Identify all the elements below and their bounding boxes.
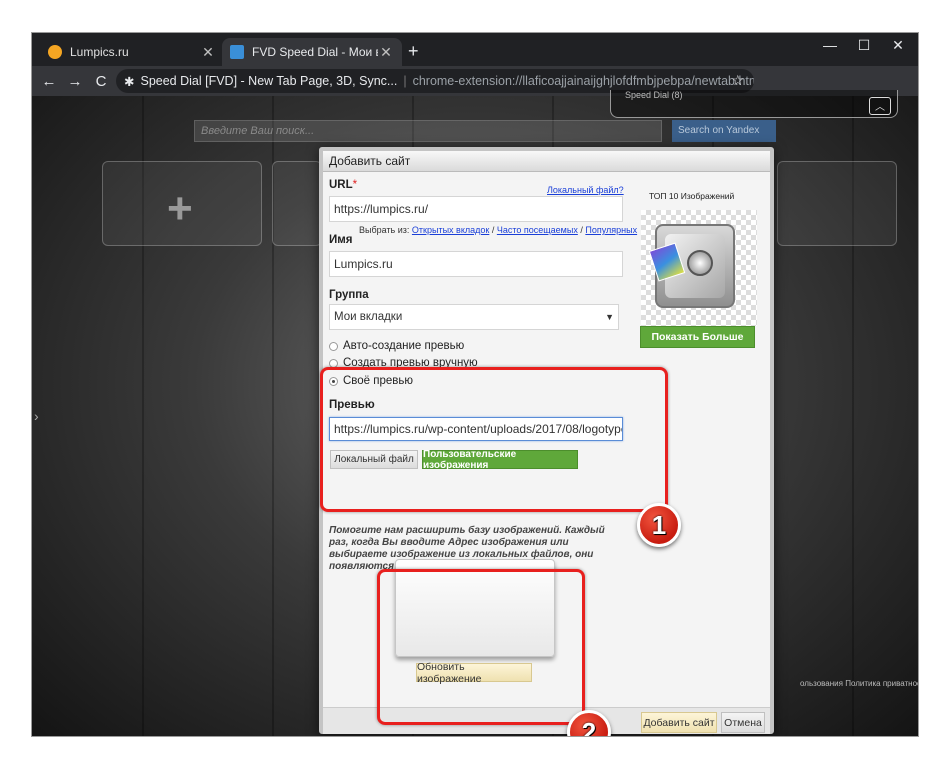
dropdown-arrow-icon: ▼: [605, 312, 614, 322]
safe-dial: [687, 250, 713, 276]
url-input[interactable]: https://lumpics.ru/: [329, 196, 623, 222]
panel-label: Speed Dial (8): [625, 90, 683, 100]
radio-button[interactable]: [329, 341, 338, 351]
step-badge-1: 1: [637, 503, 681, 547]
safe-icon: [648, 224, 735, 308]
lumpics-favicon-icon: [48, 45, 62, 59]
forward-button[interactable]: →: [62, 73, 88, 90]
dial-tile[interactable]: [777, 161, 897, 246]
local-file-link[interactable]: Локальный файл?: [547, 185, 624, 195]
url-label: URL*: [329, 179, 358, 191]
speed-dial-page: Speed Dial (8) ︿ Введите Ваш поиск... Se…: [32, 90, 918, 736]
group-selected-value: Мои вкладки: [334, 311, 403, 323]
title-bar: Lumpics.ru ✕ FVD Speed Dial - Мои вкладк…: [32, 33, 918, 66]
fvd-favicon-icon: [230, 45, 244, 59]
back-button[interactable]: ←: [36, 73, 62, 90]
site-name: Speed Dial [FVD] - New Tab Page, 3D, Syn…: [140, 74, 398, 88]
tab-speed-dial[interactable]: FVD Speed Dial - Мои вкладки ✕: [222, 38, 402, 66]
radio-auto-preview[interactable]: Авто-создание превью: [329, 340, 464, 352]
highlight-box-1: [320, 367, 668, 512]
reload-button[interactable]: C: [88, 73, 114, 90]
name-label: Имя: [329, 234, 353, 246]
collapse-arrow-icon[interactable]: ︿: [869, 97, 891, 115]
name-input[interactable]: Lumpics.ru: [329, 251, 623, 277]
url-text: chrome-extension://llaficoajjainaijghjlo…: [412, 74, 754, 88]
highlight-box-2: [377, 569, 585, 725]
bookmark-star-icon[interactable]: ☆: [731, 72, 744, 89]
group-select[interactable]: Мои вкладки ▼: [329, 304, 619, 330]
search-button[interactable]: Search on Yandex: [672, 120, 776, 142]
left-arrow-icon[interactable]: ›: [34, 408, 39, 424]
close-icon[interactable]: ✕: [378, 44, 394, 61]
add-dial-tile[interactable]: +: [102, 161, 262, 246]
plus-icon: +: [167, 184, 193, 233]
search-input[interactable]: Введите Ваш поиск...: [194, 120, 662, 142]
tab-title: FVD Speed Dial - Мои вкладки: [252, 45, 378, 59]
close-window-button[interactable]: ✕: [878, 37, 918, 54]
add-site-button[interactable]: Добавить сайт: [641, 712, 717, 733]
most-visited-link[interactable]: Часто посещаемых: [497, 225, 578, 235]
tab-title: Lumpics.ru: [70, 45, 129, 59]
speed-dial-group-panel[interactable]: Speed Dial (8) ︿: [610, 90, 898, 118]
browser-window: Lumpics.ru ✕ FVD Speed Dial - Мои вкладк…: [32, 33, 918, 736]
popular-link[interactable]: Популярных: [585, 225, 637, 235]
tab-lumpics[interactable]: Lumpics.ru ✕: [40, 38, 224, 66]
puzzle-icon: ✱: [124, 74, 135, 89]
show-more-button[interactable]: Показать Больше: [640, 326, 755, 348]
choose-from-row: Выбрать из: Открытых вкладок / Часто пос…: [359, 225, 638, 235]
close-icon[interactable]: ✕: [200, 44, 216, 61]
omnibox-separator: |: [403, 74, 407, 88]
new-tab-button[interactable]: +: [408, 41, 419, 62]
top-image-thumbnail[interactable]: [641, 210, 757, 326]
open-tabs-link[interactable]: Открытых вкладок: [412, 225, 489, 235]
dialog-title: Добавить сайт: [323, 151, 770, 172]
cancel-button[interactable]: Отмена: [721, 712, 765, 733]
footer-links[interactable]: ользования Политика приватности: [800, 679, 918, 688]
dial-tile[interactable]: [272, 161, 322, 246]
group-label: Группа: [329, 289, 369, 301]
top10-title: ТОП 10 Изображений: [649, 191, 735, 201]
